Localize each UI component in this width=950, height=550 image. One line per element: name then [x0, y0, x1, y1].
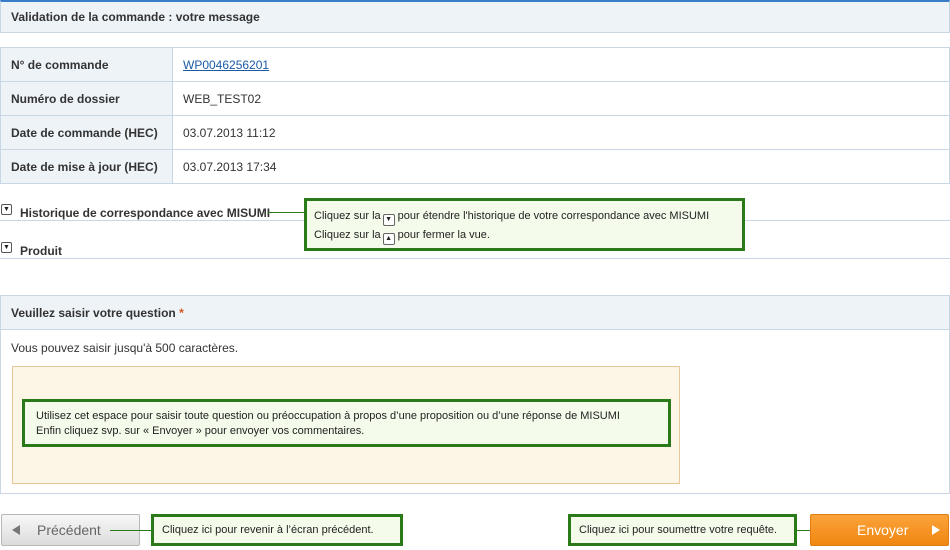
history-section-label[interactable]: Historique de correspondance avec MISUMI	[20, 206, 270, 220]
required-mark: *	[179, 305, 184, 320]
arrow-right-icon	[932, 525, 940, 535]
textarea-help-callout: Utilisez cet espace pour saisir toute qu…	[22, 399, 671, 447]
table-row: Numéro de dossier WEB_TEST02	[0, 81, 950, 116]
callout-text: Cliquez ici pour revenir à l’écran précé…	[162, 524, 374, 536]
send-button-label: Envoyer	[857, 522, 909, 538]
back-callout-connector	[110, 530, 151, 531]
callout-line: Enfin cliquez svp. sur « Envoyer » pour …	[36, 425, 365, 437]
order-number-link[interactable]: WP0046256201	[183, 58, 269, 72]
file-number-label: Numéro de dossier	[0, 81, 173, 116]
callout-line: Utilisez cet espace pour saisir toute qu…	[36, 410, 620, 422]
send-button[interactable]: Envoyer	[810, 514, 949, 546]
product-section-label[interactable]: Produit	[20, 244, 62, 258]
callout-line: Cliquez sur la ▲ pour fermer la vue.	[314, 226, 742, 245]
previous-button-label: Précédent	[37, 522, 101, 538]
file-number-value: WEB_TEST02	[172, 81, 950, 116]
update-date-label: Date de mise à jour (HEC)	[0, 149, 173, 184]
order-date-value: 03.07.2013 11:12	[172, 115, 950, 150]
question-section-header: Veuillez saisir votre question *	[0, 295, 950, 330]
update-date-value: 03.07.2013 17:34	[172, 149, 950, 184]
char-limit-note: Vous pouvez saisir jusqu'à 500 caractère…	[11, 341, 239, 355]
order-number-label: N° de commande	[0, 47, 173, 82]
order-date-label: Date de commande (HEC)	[0, 115, 173, 150]
collapse-arrow-icon: ▲	[382, 233, 395, 245]
expand-arrow-icon[interactable]: ▼	[1, 242, 12, 253]
history-callout-connector	[268, 212, 304, 213]
page-title: Validation de la commande : votre messag…	[11, 10, 260, 24]
callout-line: Cliquez sur la ▼ pour étendre l'historique…	[314, 207, 742, 226]
arrow-left-icon	[12, 525, 20, 535]
back-help-callout: Cliquez ici pour revenir à l’écran précé…	[151, 514, 403, 546]
history-help-callout: Cliquez sur la ▼ pour étendre l'historique…	[304, 198, 745, 251]
table-row: Date de mise à jour (HEC) 03.07.2013 17:…	[0, 149, 950, 184]
table-row: N° de commande WP0046256201	[0, 47, 950, 82]
order-info-table: N° de commande WP0046256201 Numéro de do…	[0, 47, 950, 184]
callout-text: Cliquez ici pour soumettre votre requête…	[579, 524, 778, 536]
page-title-bar: Validation de la commande : votre messag…	[0, 0, 950, 33]
question-title: Veuillez saisir votre question	[11, 305, 176, 320]
send-help-callout: Cliquez ici pour soumettre votre requête…	[568, 514, 797, 546]
table-row: Date de commande (HEC) 03.07.2013 11:12	[0, 115, 950, 150]
expand-arrow-icon: ▼	[382, 214, 395, 226]
expand-arrow-icon[interactable]: ▼	[1, 204, 12, 215]
